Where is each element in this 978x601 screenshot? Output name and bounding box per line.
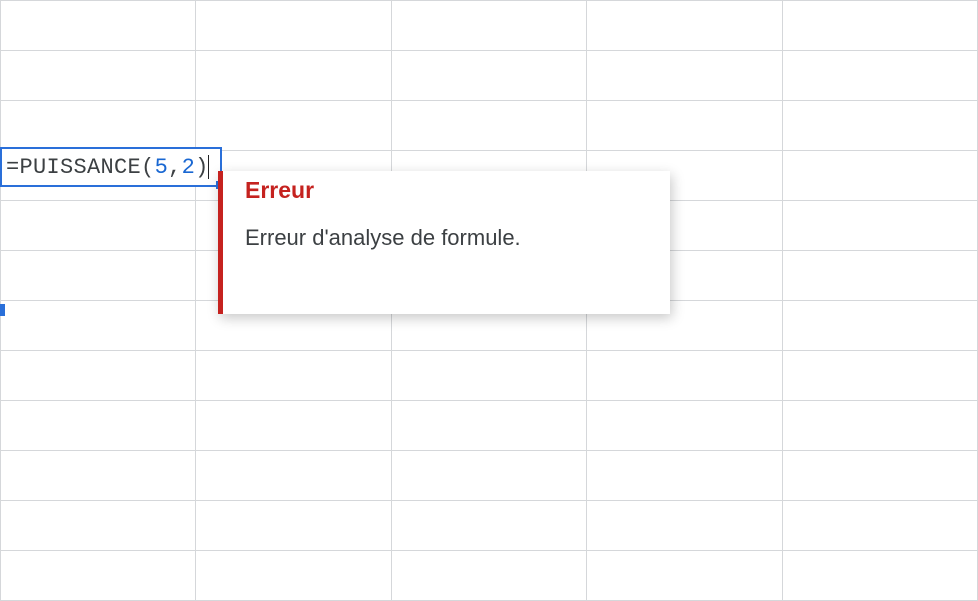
error-title: Erreur [245,177,648,204]
cell[interactable] [587,1,782,51]
cell[interactable] [782,351,977,401]
table-row [1,351,978,401]
table-row [1,1,978,51]
cell[interactable] [391,401,586,451]
cell[interactable] [782,151,977,201]
formula-arg2: 2 [182,155,196,180]
cell[interactable] [391,1,586,51]
cell[interactable] [1,251,196,301]
table-row [1,451,978,501]
error-tooltip: Erreur Erreur d'analyse de formule. [218,171,670,314]
cell[interactable] [782,51,977,101]
cell[interactable] [587,451,782,501]
cell[interactable] [1,1,196,51]
cell[interactable] [782,451,977,501]
cell[interactable] [782,401,977,451]
table-row [1,501,978,551]
formula-equals: = [6,155,20,180]
cell[interactable] [587,501,782,551]
error-body: Erreur Erreur d'analyse de formule. [223,171,670,314]
cell[interactable] [1,451,196,501]
cell[interactable] [587,401,782,451]
cell[interactable] [587,101,782,151]
cell[interactable] [1,501,196,551]
formula-open-paren: ( [141,155,155,180]
error-message: Erreur d'analyse de formule. [245,224,648,253]
cell[interactable] [1,101,196,151]
cell[interactable] [196,101,391,151]
cell[interactable] [196,351,391,401]
cell[interactable] [196,401,391,451]
cell[interactable] [782,251,977,301]
cell[interactable] [1,401,196,451]
cell[interactable] [1,201,196,251]
table-row [1,51,978,101]
cell[interactable] [391,51,586,101]
cell[interactable] [391,351,586,401]
cell[interactable] [391,101,586,151]
text-caret [208,155,209,179]
formula-close-paren: ) [195,155,209,180]
cell[interactable] [196,451,391,501]
selection-handle[interactable] [0,304,5,316]
cell[interactable] [587,51,782,101]
cell[interactable] [196,501,391,551]
cell[interactable] [782,501,977,551]
cell[interactable] [196,51,391,101]
cell[interactable] [1,351,196,401]
cell[interactable] [782,1,977,51]
cell[interactable] [782,201,977,251]
cell[interactable] [391,501,586,551]
formula-arg1: 5 [155,155,169,180]
formula-input[interactable]: =PUISSANCE(5, 2) [0,147,222,187]
cell[interactable] [1,301,196,351]
cell[interactable] [782,101,977,151]
formula-comma: , [168,155,182,180]
cell[interactable] [391,451,586,501]
table-row [1,101,978,151]
cell[interactable] [196,1,391,51]
cell[interactable] [1,51,196,101]
active-cell[interactable]: =PUISSANCE(5, 2) [0,147,222,187]
table-row [1,401,978,451]
cell[interactable] [587,351,782,401]
formula-function-name: PUISSANCE [20,155,142,180]
cell[interactable] [782,301,977,351]
